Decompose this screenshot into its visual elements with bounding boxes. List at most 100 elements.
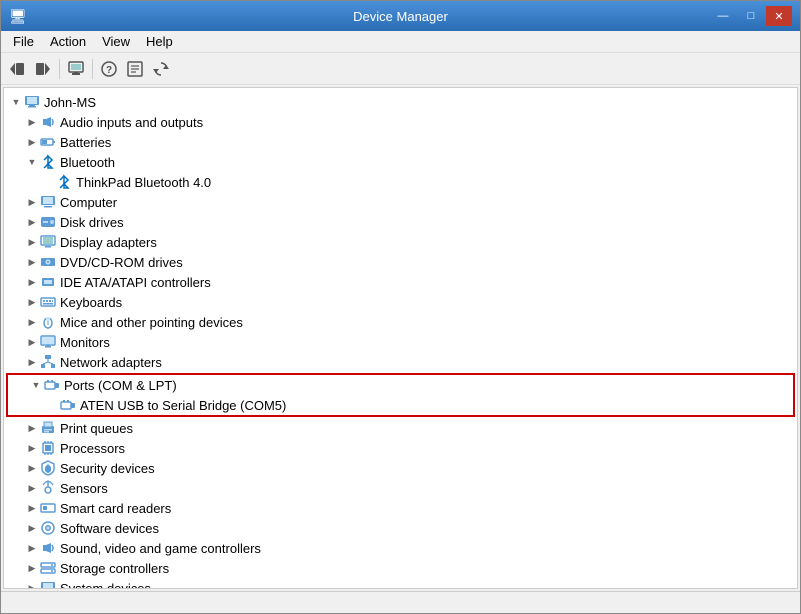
status-bar — [1, 591, 800, 613]
title-bar-controls: — □ ✕ — [710, 6, 792, 26]
ports-icon — [44, 377, 60, 393]
menu-file[interactable]: File — [5, 32, 42, 51]
root-collapse-icon: ▼ — [8, 94, 24, 110]
display-label: Display adapters — [60, 235, 157, 250]
minimize-button[interactable]: — — [710, 6, 736, 26]
computer-icon — [24, 94, 40, 110]
menu-bar: File Action View Help — [1, 31, 800, 53]
back-button[interactable] — [5, 57, 29, 81]
tree-item-software[interactable]: ▶ Software devices — [4, 518, 797, 538]
monitors-label: Monitors — [60, 335, 110, 350]
close-button[interactable]: ✕ — [766, 6, 792, 26]
ide-label: IDE ATA/ATAPI controllers — [60, 275, 211, 290]
tree-item-disk[interactable]: ▶ Disk drives — [4, 212, 797, 232]
keyboards-icon — [40, 294, 56, 310]
aten-label: ATEN USB to Serial Bridge (COM5) — [80, 398, 286, 413]
keyboards-label: Keyboards — [60, 295, 122, 310]
software-expand-icon: ▶ — [24, 520, 40, 536]
monitors-icon — [40, 334, 56, 350]
tree-item-smartcard[interactable]: ▶ Smart card readers — [4, 498, 797, 518]
storage-icon — [40, 560, 56, 576]
tree-item-processors[interactable]: ▶ Processors — [4, 438, 797, 458]
ide-icon — [40, 274, 56, 290]
tree-item-sound[interactable]: ▶ Sound, video and game controllers — [4, 538, 797, 558]
tree-item-thinkpad-bt[interactable]: ThinkPad Bluetooth 4.0 — [4, 172, 797, 192]
title-bar-left: 🖥 — [9, 8, 31, 25]
tree-item-security[interactable]: ▶ Security devices — [4, 458, 797, 478]
thinkpad-bt-icon — [56, 174, 72, 190]
tree-item-dvd[interactable]: ▶ DVD/CD-ROM drives — [4, 252, 797, 272]
tree-item-computer[interactable]: ▶ Computer — [4, 192, 797, 212]
security-expand-icon: ▶ — [24, 460, 40, 476]
display-icon — [40, 234, 56, 250]
monitors-expand-icon: ▶ — [24, 334, 40, 350]
tree-item-batteries[interactable]: ▶ Batteries — [4, 132, 797, 152]
disk-label: Disk drives — [60, 215, 124, 230]
maximize-button[interactable]: □ — [738, 6, 764, 26]
bluetooth-expand-icon: ▼ — [24, 154, 40, 170]
tree-item-display[interactable]: ▶ Display adapters — [4, 232, 797, 252]
tree-item-storage[interactable]: ▶ Storage controllers — [4, 558, 797, 578]
software-label: Software devices — [60, 521, 159, 536]
network-icon — [40, 354, 56, 370]
system-label: System devices — [60, 581, 151, 590]
tree-item-aten[interactable]: ATEN USB to Serial Bridge (COM5) — [8, 395, 793, 415]
software-icon — [40, 520, 56, 536]
computer-node-icon — [40, 194, 56, 210]
device-tree: ▼ John-MS ▶ — [4, 88, 797, 589]
display-expand-icon: ▶ — [24, 234, 40, 250]
tree-item-bluetooth[interactable]: ▼ Bluetooth — [4, 152, 797, 172]
disk-expand-icon: ▶ — [24, 214, 40, 230]
properties-button[interactable] — [64, 57, 88, 81]
sensors-expand-icon: ▶ — [24, 480, 40, 496]
tree-item-audio[interactable]: ▶ Audio inputs and outputs — [4, 112, 797, 132]
tree-item-monitors[interactable]: ▶ Monitors — [4, 332, 797, 352]
tree-item-sensors[interactable]: ▶ Sensors — [4, 478, 797, 498]
mice-label: Mice and other pointing devices — [60, 315, 243, 330]
window-icon: 🖥 — [9, 8, 27, 25]
svg-text:?: ? — [106, 65, 112, 76]
thinkpad-bt-label: ThinkPad Bluetooth 4.0 — [76, 175, 211, 190]
toolbar-separator-1 — [59, 59, 60, 79]
keyboards-expand-icon: ▶ — [24, 294, 40, 310]
tree-item-network[interactable]: ▶ Network adapters — [4, 352, 797, 372]
device-info-button[interactable] — [123, 57, 147, 81]
batteries-icon — [40, 134, 56, 150]
root-label: John-MS — [44, 95, 96, 110]
tree-item-system[interactable]: ▶ System devices — [4, 578, 797, 589]
dvd-expand-icon: ▶ — [24, 254, 40, 270]
processors-expand-icon: ▶ — [24, 440, 40, 456]
security-icon — [40, 460, 56, 476]
smartcard-expand-icon: ▶ — [24, 500, 40, 516]
menu-action[interactable]: Action — [42, 32, 94, 51]
mice-expand-icon: ▶ — [24, 314, 40, 330]
tree-item-keyboards[interactable]: ▶ Keyboards — [4, 292, 797, 312]
system-icon — [40, 580, 56, 589]
smartcard-icon — [40, 500, 56, 516]
refresh-button[interactable] — [149, 57, 173, 81]
toolbar: ? — [1, 53, 800, 85]
tree-item-printq[interactable]: ▶ Print queues — [4, 418, 797, 438]
ide-expand-icon: ▶ — [24, 274, 40, 290]
toolbar-separator-2 — [92, 59, 93, 79]
computer-expand-icon: ▶ — [24, 194, 40, 210]
tree-item-ports[interactable]: ▼ Ports (COM & LPT) — [8, 375, 793, 395]
processors-icon — [40, 440, 56, 456]
printq-expand-icon: ▶ — [24, 420, 40, 436]
menu-view[interactable]: View — [94, 32, 138, 51]
tree-root[interactable]: ▼ John-MS — [4, 92, 797, 112]
audio-expand-icon: ▶ — [24, 114, 40, 130]
device-tree-content[interactable]: ▼ John-MS ▶ — [3, 87, 798, 589]
help-button[interactable]: ? — [97, 57, 121, 81]
ports-label: Ports (COM & LPT) — [64, 378, 177, 393]
ports-highlight-box: ▼ Ports (COM & LPT) — [6, 373, 795, 417]
batteries-label: Batteries — [60, 135, 111, 150]
thinkpad-bt-expand-icon — [40, 174, 56, 190]
network-expand-icon: ▶ — [24, 354, 40, 370]
menu-help[interactable]: Help — [138, 32, 181, 51]
tree-item-ide[interactable]: ▶ IDE ATA/ATAPI controllers — [4, 272, 797, 292]
tree-item-mice[interactable]: ▶ Mice and other pointing devices — [4, 312, 797, 332]
storage-expand-icon: ▶ — [24, 560, 40, 576]
forward-button[interactable] — [31, 57, 55, 81]
printq-label: Print queues — [60, 421, 133, 436]
